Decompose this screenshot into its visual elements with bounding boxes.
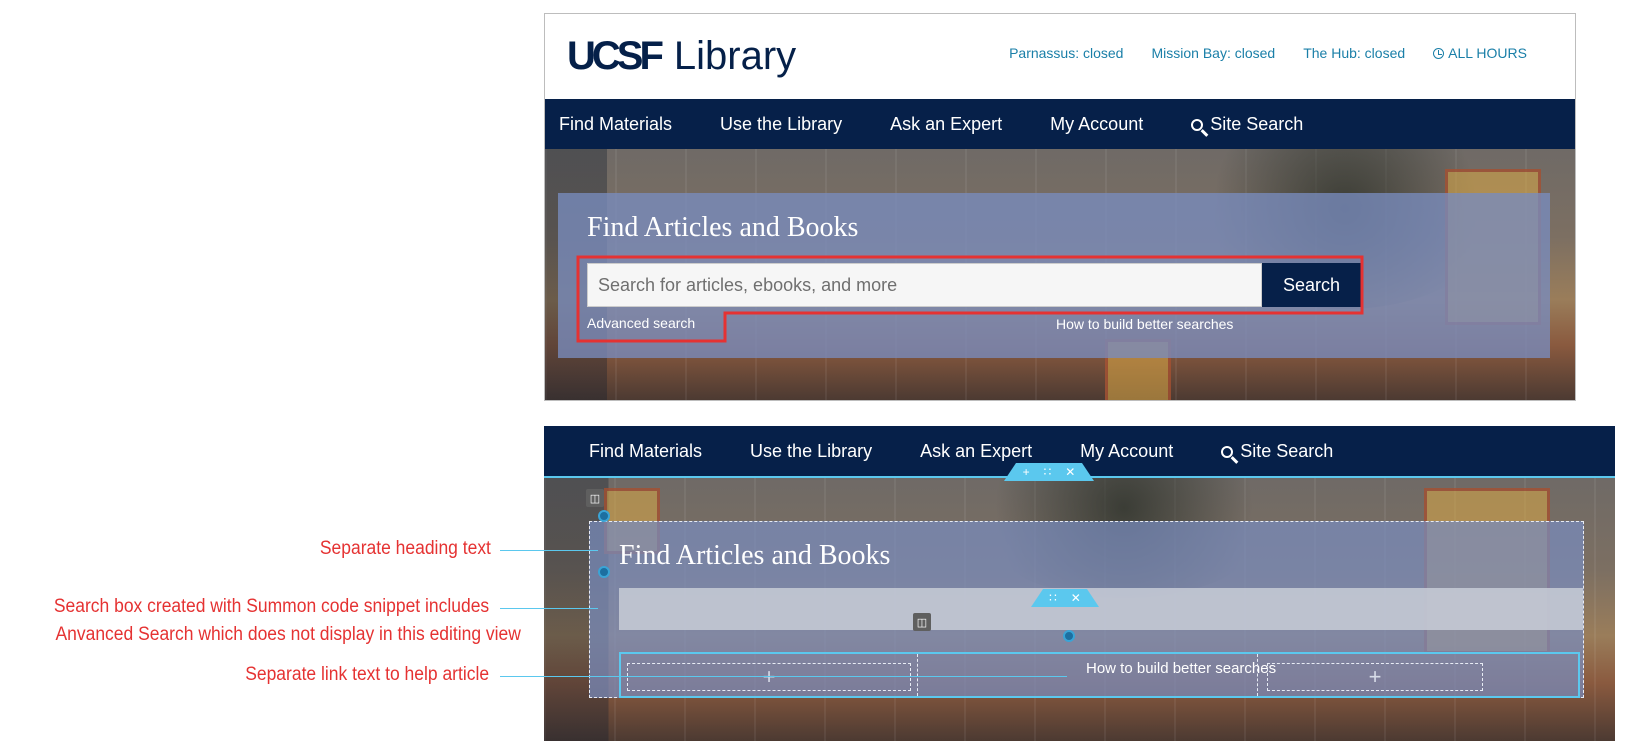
logo-library-text: Library — [673, 34, 797, 78]
editor-search-panel: Find Articles and Books + How to build b… — [589, 521, 1584, 698]
nav-use-the-library[interactable]: Use the Library — [750, 441, 872, 462]
section-toolbar: + ∷ ✕ — [1004, 463, 1094, 481]
library-homepage-screenshot: UCSF Library Parnassus: closed Mission B… — [544, 13, 1576, 401]
hero-heading: Find Articles and Books — [619, 540, 891, 571]
ucsf-library-logo[interactable]: UCSF Library — [567, 32, 796, 76]
annotation-link: Separate link text to help article — [245, 664, 489, 685]
nav-site-search-label: Site Search — [1210, 113, 1304, 134]
editor-view-screenshot: Find Materials Use the Library Ask an Ex… — [544, 426, 1615, 741]
nav-ask-an-expert[interactable]: Ask an Expert — [890, 114, 1002, 135]
add-block-button[interactable]: + — [627, 663, 911, 691]
annotation-dot-heading — [598, 510, 610, 522]
hero-background: Find Articles and Books Search for artic… — [545, 149, 1575, 400]
nav-ask-an-expert[interactable]: Ask an Expert — [920, 441, 1032, 462]
plus-icon: + — [762, 664, 776, 689]
drag-handle-icon[interactable]: ∷ — [1049, 591, 1057, 605]
clock-icon — [1433, 48, 1445, 59]
better-searches-link[interactable]: How to build better searches — [1086, 660, 1276, 677]
editor-hero-background: Find Articles and Books + How to build b… — [544, 478, 1615, 741]
annotation-heading-line — [500, 550, 598, 551]
hero-heading: Find Articles and Books — [587, 212, 859, 243]
all-hours-link[interactable]: ALL HOURS — [1433, 45, 1527, 61]
hours-hub-link[interactable]: The Hub: closed — [1303, 45, 1405, 61]
column-divider — [917, 654, 918, 696]
search-icon — [1191, 118, 1204, 131]
better-searches-link[interactable]: How to build better searches — [1056, 316, 1233, 332]
all-hours-label: ALL HOURS — [1448, 45, 1527, 61]
search-panel: Find Articles and Books Search for artic… — [558, 193, 1550, 358]
nav-site-search[interactable]: Site Search — [1191, 114, 1303, 135]
layout-columns-icon[interactable]: ◫ — [913, 613, 931, 631]
annotation-search-line — [500, 608, 598, 609]
hours-mission-bay-link[interactable]: Mission Bay: closed — [1151, 45, 1275, 61]
main-nav: Find Materials Use the Library Ask an Ex… — [545, 99, 1575, 149]
nav-find-materials[interactable]: Find Materials — [559, 114, 672, 135]
editor-columns-row: + How to build better searches + — [619, 652, 1580, 698]
library-hours: Parnassus: closed Mission Bay: closed Th… — [1009, 45, 1527, 61]
nav-my-account[interactable]: My Account — [1050, 114, 1143, 135]
annotation-search-line2: Anvanced Search which does not display i… — [55, 624, 521, 645]
add-block-button[interactable]: + — [1267, 663, 1483, 691]
plus-icon: + — [1368, 664, 1382, 689]
hours-parnassus-link[interactable]: Parnassus: closed — [1009, 45, 1123, 61]
nav-my-account[interactable]: My Account — [1080, 441, 1173, 462]
advanced-search-link[interactable]: Advanced search — [587, 315, 695, 331]
annotation-link-line — [500, 676, 1067, 677]
search-input[interactable]: Search for articles, ebooks, and more — [587, 263, 1262, 307]
annotation-heading: Separate heading text — [319, 538, 491, 559]
site-header: UCSF Library Parnassus: closed Mission B… — [545, 14, 1575, 99]
nav-site-search[interactable]: Site Search — [1221, 441, 1333, 462]
annotation-search-line1: Search box created with Summon code snip… — [53, 596, 489, 617]
annotation-dot-search — [598, 566, 610, 578]
nav-find-materials[interactable]: Find Materials — [589, 441, 702, 462]
annotation-dot-link — [1063, 630, 1075, 642]
nav-site-search-label: Site Search — [1240, 440, 1334, 461]
close-icon[interactable]: ✕ — [1065, 465, 1075, 479]
close-icon[interactable]: ✕ — [1071, 591, 1081, 605]
summon-search-placeholder-block[interactable] — [619, 588, 1583, 630]
nav-use-the-library[interactable]: Use the Library — [720, 114, 842, 135]
search-button[interactable]: Search — [1262, 263, 1361, 307]
search-icon — [1221, 445, 1234, 458]
layout-columns-icon[interactable]: ◫ — [586, 489, 604, 507]
logo-ucsf-text: UCSF — [567, 34, 664, 78]
column-divider — [1257, 654, 1258, 696]
add-section-icon[interactable]: + — [1023, 465, 1030, 479]
drag-handle-icon[interactable]: ∷ — [1044, 465, 1052, 479]
